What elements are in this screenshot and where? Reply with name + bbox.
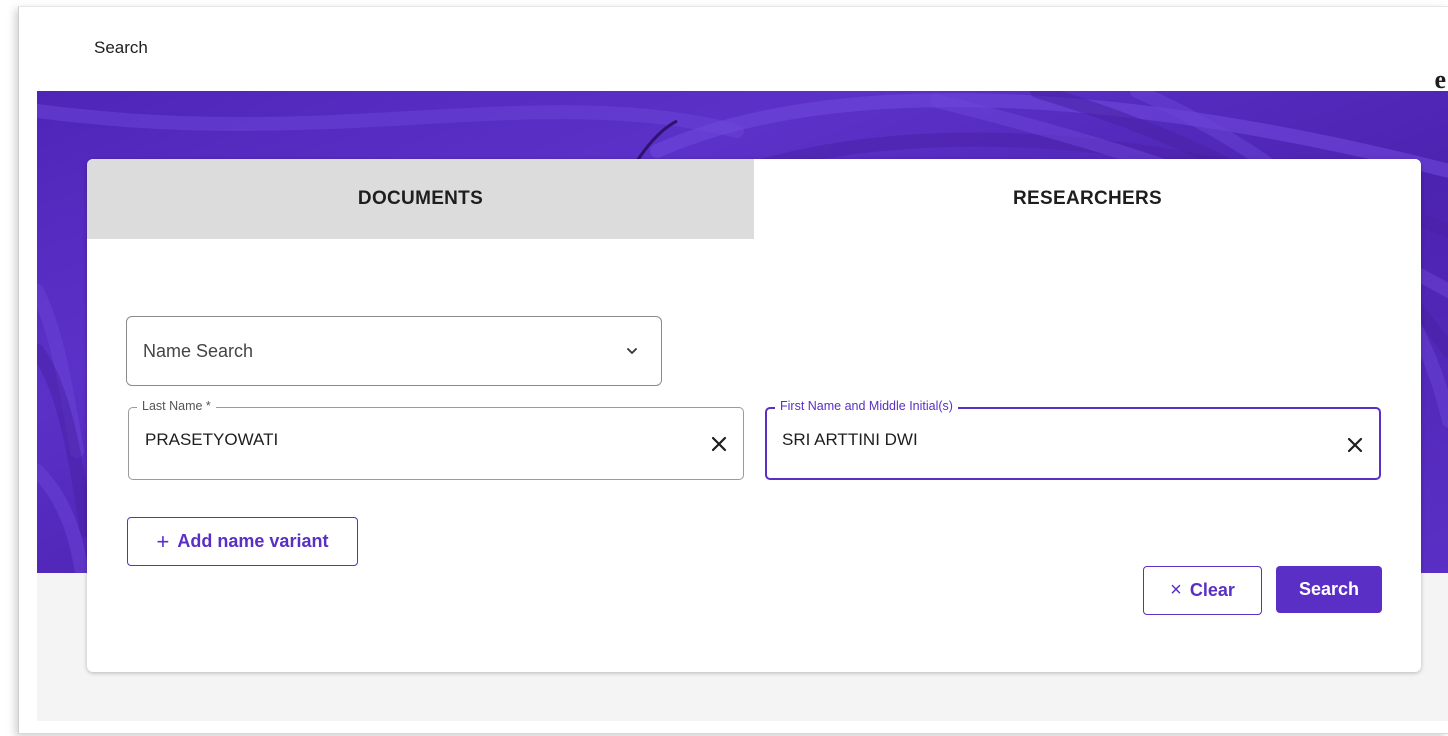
close-icon[interactable] <box>1346 436 1364 454</box>
search-type-select[interactable]: Name Search <box>126 316 662 386</box>
close-icon: × <box>1170 579 1182 601</box>
search-button[interactable]: Search <box>1276 566 1382 613</box>
top-bar: Search e <box>19 7 1448 94</box>
clear-button[interactable]: × Clear <box>1143 566 1262 615</box>
tab-documents[interactable]: DOCUMENTS <box>87 159 754 239</box>
last-name-label: Last Name * <box>137 399 216 413</box>
close-icon[interactable] <box>710 435 728 453</box>
plus-icon: + <box>156 528 170 554</box>
first-name-value[interactable]: SRI ARTTINI DWI <box>782 430 918 450</box>
first-name-field[interactable]: First Name and Middle Initial(s) SRI ART… <box>765 399 1381 480</box>
chevron-down-icon <box>627 348 637 354</box>
page-title: Search <box>94 38 148 57</box>
last-name-field[interactable]: Last Name * PRASETYOWATI <box>128 399 744 480</box>
last-name-value[interactable]: PRASETYOWATI <box>145 430 278 450</box>
search-type-value: Name Search <box>143 341 254 361</box>
search-card: DOCUMENTS RESEARCHERS Name Search Last N… <box>87 159 1421 672</box>
app-window: Search e DOCUMENTS RESEARCHERS Name Sear… <box>18 6 1448 734</box>
clear-label: Clear <box>1189 580 1235 600</box>
add-name-variant-button[interactable]: + Add name variant <box>127 517 358 566</box>
first-name-label: First Name and Middle Initial(s) <box>775 399 958 413</box>
tab-researchers[interactable]: RESEARCHERS <box>754 159 1421 239</box>
add-name-variant-label: Add name variant <box>177 531 329 551</box>
